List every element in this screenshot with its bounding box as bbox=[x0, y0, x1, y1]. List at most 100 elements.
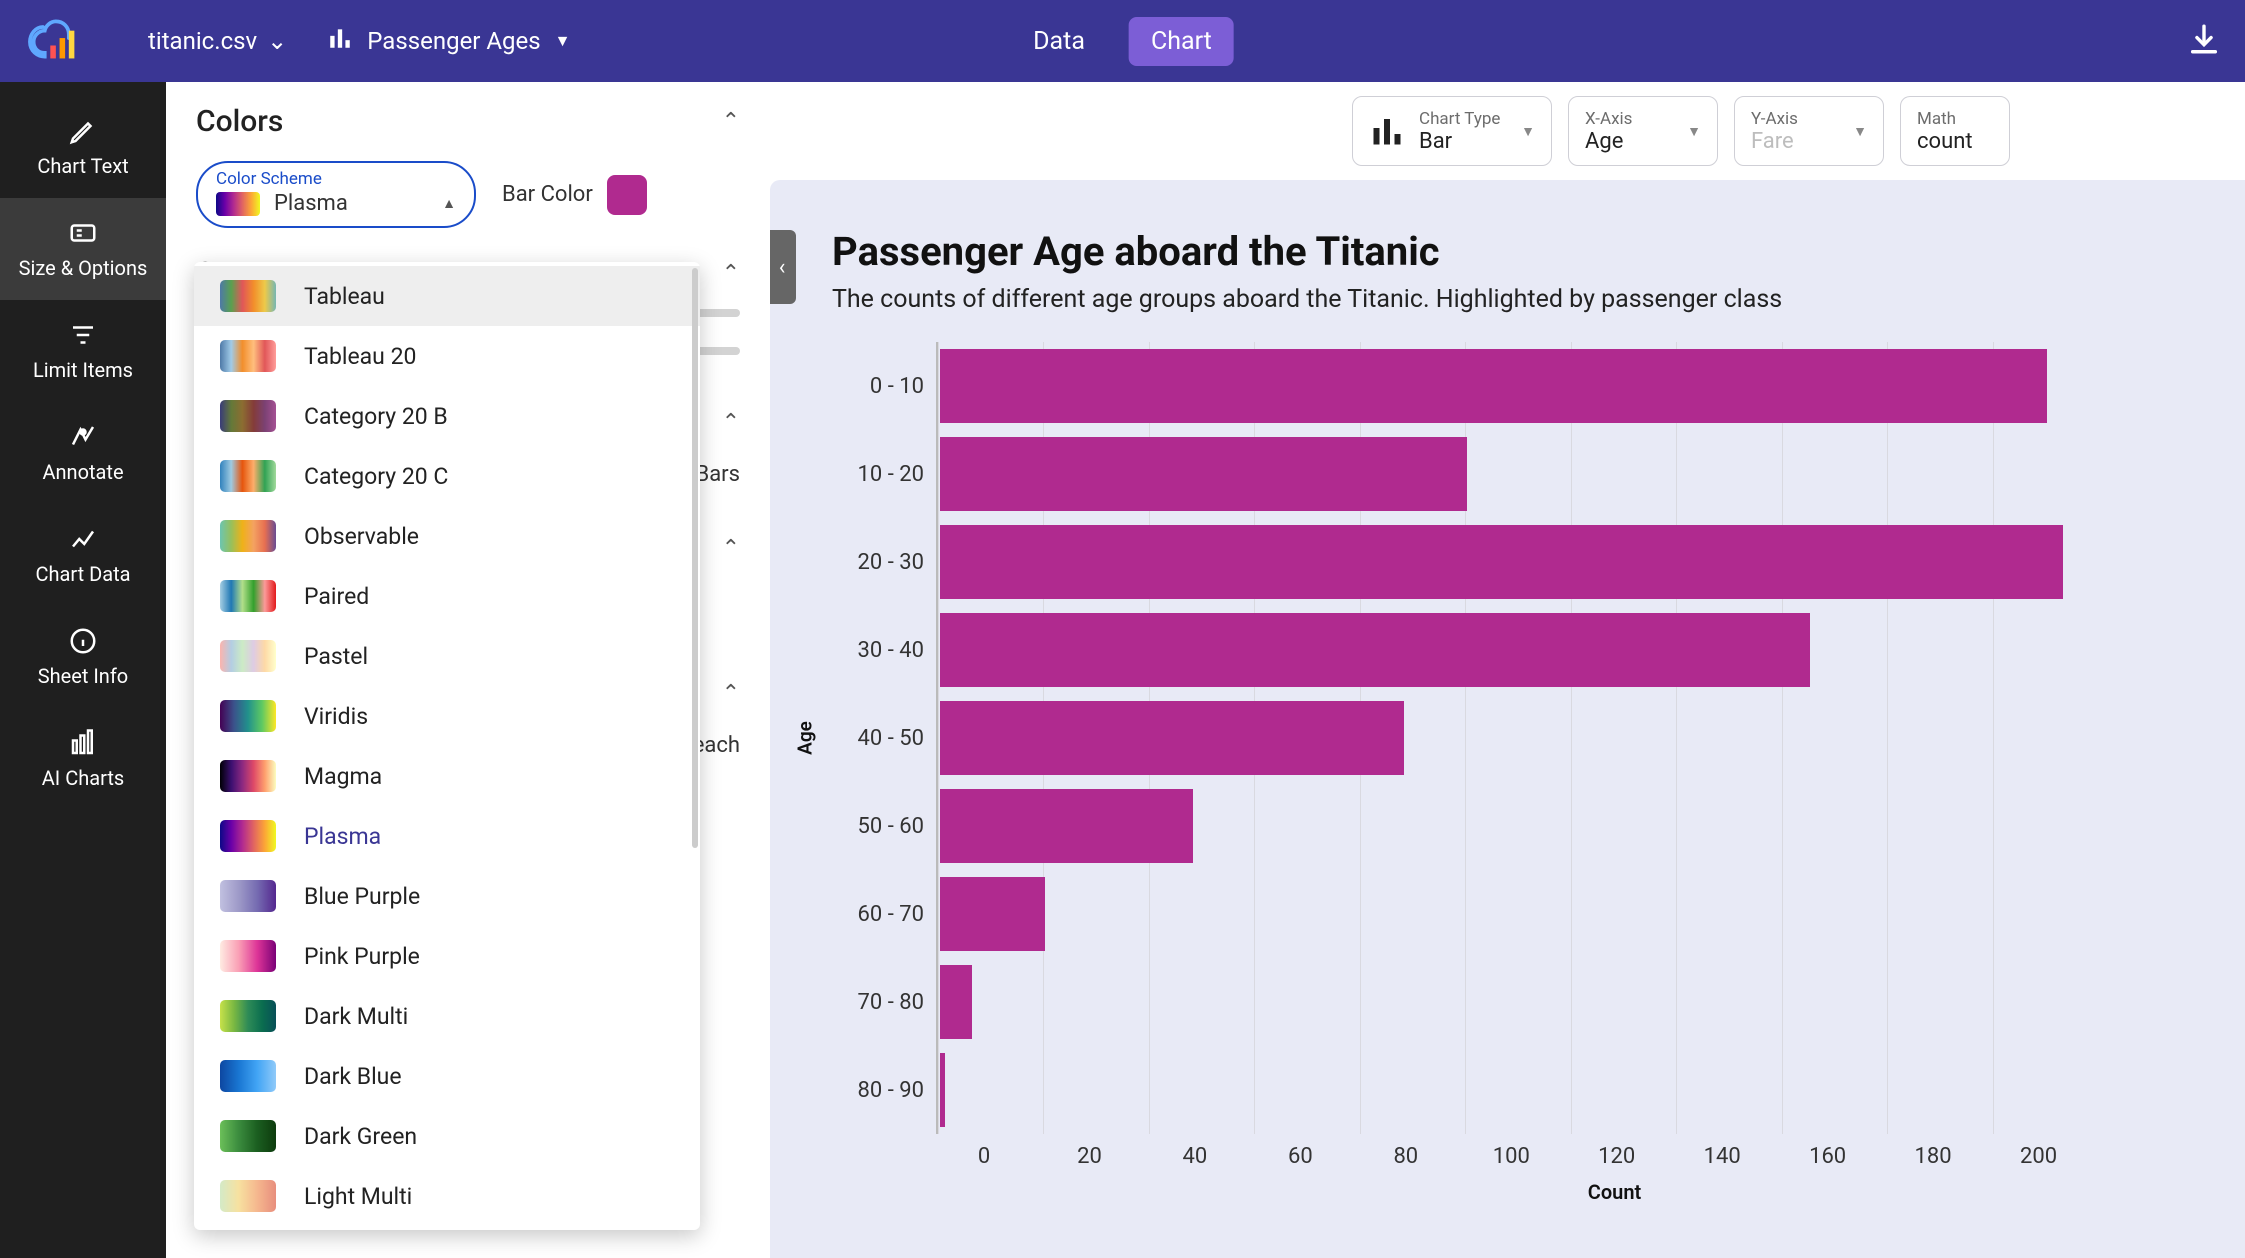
options-panel: Colors ⌃ Color Scheme Plasma ▲ Bar Color… bbox=[166, 82, 770, 1258]
plot-area bbox=[936, 342, 2245, 1134]
scheme-option-dark-green[interactable]: Dark Green bbox=[194, 1106, 700, 1166]
color-scheme-menu: Tableau Tableau 20 Category 20 B Category 2… bbox=[194, 262, 700, 1230]
sidebar-item-limit-items[interactable]: Limit Items bbox=[0, 300, 166, 402]
sidebar-item-annotate[interactable]: Annotate bbox=[0, 402, 166, 504]
x-tick: 40 bbox=[1183, 1144, 1208, 1169]
chevron-up-icon: ⌃ bbox=[722, 536, 740, 561]
gradient-swatch bbox=[220, 1120, 276, 1152]
scheme-option-dark-multi[interactable]: Dark Multi bbox=[194, 986, 700, 1046]
scheme-option-magma[interactable]: Magma bbox=[194, 746, 700, 806]
gradient-swatch bbox=[220, 1000, 276, 1032]
file-name: titanic.csv bbox=[148, 27, 257, 55]
collapse-panel-button[interactable]: ‹ bbox=[770, 230, 796, 304]
bar-chart-icon bbox=[327, 25, 353, 57]
bar bbox=[940, 965, 972, 1039]
bar bbox=[940, 701, 1404, 775]
triangle-up-icon: ▲ bbox=[442, 195, 456, 212]
scheme-option-label: Tableau bbox=[304, 283, 385, 310]
scheme-option-plasma[interactable]: Plasma bbox=[194, 806, 700, 866]
scheme-option-pink-purple[interactable]: Pink Purple bbox=[194, 926, 700, 986]
download-button[interactable] bbox=[2187, 22, 2221, 60]
x-tick: 100 bbox=[1493, 1144, 1530, 1169]
sidebar-item-sheet-info[interactable]: Sheet Info bbox=[0, 606, 166, 708]
y-axis-select[interactable]: Y-Axis Fare ▼ bbox=[1734, 96, 1884, 166]
x-tick: 60 bbox=[1288, 1144, 1313, 1169]
scheme-option-observable[interactable]: Observable bbox=[194, 506, 700, 566]
y-tick: 0 - 10 bbox=[870, 342, 924, 430]
grid-line bbox=[1993, 342, 1994, 1134]
chart-subtitle: The counts of different age groups aboar… bbox=[832, 285, 2245, 314]
chart-canvas: ‹ Passenger Age aboard the Titanic The c… bbox=[770, 180, 2245, 1258]
grid-line bbox=[1782, 342, 1783, 1134]
scheme-option-label: Category 20 C bbox=[304, 463, 448, 490]
left-sidebar: Chart TextSize & OptionsLimit ItemsAnnot… bbox=[0, 82, 166, 1258]
y-axis-label: Age bbox=[793, 721, 816, 755]
scheme-gradient-swatch bbox=[216, 192, 260, 216]
y-tick: 70 - 80 bbox=[858, 958, 924, 1046]
bar bbox=[940, 525, 2063, 599]
ai-icon bbox=[68, 728, 98, 758]
math-select[interactable]: Math count bbox=[1900, 96, 2010, 166]
tab-chart[interactable]: Chart bbox=[1129, 17, 1234, 66]
x-tick: 160 bbox=[1809, 1144, 1846, 1169]
scrollbar[interactable] bbox=[692, 268, 698, 848]
scheme-option-tableau-20[interactable]: Tableau 20 bbox=[194, 326, 700, 386]
gradient-swatch bbox=[220, 700, 276, 732]
gradient-swatch bbox=[220, 760, 276, 792]
color-scheme-label: Color Scheme bbox=[216, 169, 456, 189]
color-scheme-dropdown[interactable]: Color Scheme Plasma ▲ bbox=[196, 161, 476, 228]
scheme-option-label: Paired bbox=[304, 583, 369, 610]
triangle-down-icon: ▼ bbox=[1521, 123, 1535, 140]
sidebar-item-chart-data[interactable]: Chart Data bbox=[0, 504, 166, 606]
sidebar-item-chart-text[interactable]: Chart Text bbox=[0, 96, 166, 198]
scheme-option-dark-blue[interactable]: Dark Blue bbox=[194, 1046, 700, 1106]
scheme-option-paired[interactable]: Paired bbox=[194, 566, 700, 626]
gradient-swatch bbox=[220, 460, 276, 492]
bar bbox=[940, 349, 2047, 423]
scheme-option-label: Tableau 20 bbox=[304, 343, 416, 370]
x-tick: 180 bbox=[1915, 1144, 1952, 1169]
x-tick: 140 bbox=[1704, 1144, 1741, 1169]
scheme-option-category-20-b[interactable]: Category 20 B bbox=[194, 386, 700, 446]
bar-color-swatch[interactable] bbox=[607, 175, 647, 215]
chart-name: Passenger Ages bbox=[367, 27, 540, 55]
y-tick: 80 - 90 bbox=[858, 1046, 924, 1134]
scheme-option-category-20-c[interactable]: Category 20 C bbox=[194, 446, 700, 506]
chevron-up-icon: ⌃ bbox=[722, 109, 740, 134]
gradient-swatch bbox=[220, 280, 276, 312]
aspect-icon bbox=[68, 218, 98, 248]
chart-area: Chart Type Bar ▼ X-Axis Age ▼ Y-Axis Far… bbox=[770, 82, 2245, 1258]
gradient-swatch bbox=[220, 520, 276, 552]
triangle-down-icon: ▼ bbox=[555, 31, 571, 51]
chevron-up-icon: ⌃ bbox=[722, 681, 740, 706]
x-tick: 0 bbox=[978, 1144, 990, 1169]
scheme-option-pastel[interactable]: Pastel bbox=[194, 626, 700, 686]
grid-line bbox=[1887, 342, 1888, 1134]
chart-toolbar: Chart Type Bar ▼ X-Axis Age ▼ Y-Axis Far… bbox=[1330, 82, 2245, 180]
grid-line bbox=[1571, 342, 1572, 1134]
scheme-option-blue-purple[interactable]: Blue Purple bbox=[194, 866, 700, 926]
scheme-option-viridis[interactable]: Viridis bbox=[194, 686, 700, 746]
top-bar: titanic.csv ⌄ Passenger Ages ▼ Data Char… bbox=[0, 0, 2245, 82]
scheme-option-label: Magma bbox=[304, 763, 382, 790]
section-colors[interactable]: Colors ⌃ bbox=[196, 104, 740, 139]
y-tick: 60 - 70 bbox=[858, 870, 924, 958]
scheme-option-light-multi[interactable]: Light Multi bbox=[194, 1166, 700, 1226]
chart-selector[interactable]: Passenger Ages ▼ bbox=[327, 25, 570, 57]
y-tick: 10 - 20 bbox=[858, 430, 924, 518]
y-tick: 40 - 50 bbox=[858, 694, 924, 782]
bar bbox=[940, 1053, 945, 1127]
chevron-up-icon: ⌃ bbox=[722, 261, 740, 286]
file-selector[interactable]: titanic.csv ⌄ bbox=[148, 27, 287, 55]
x-axis-select[interactable]: X-Axis Age ▼ bbox=[1568, 96, 1718, 166]
tab-data[interactable]: Data bbox=[1011, 17, 1107, 66]
scheme-option-label: Plasma bbox=[304, 823, 381, 850]
x-tick: 80 bbox=[1393, 1144, 1418, 1169]
scheme-option-label: Pink Purple bbox=[304, 943, 420, 970]
sidebar-item-size-options[interactable]: Size & Options bbox=[0, 198, 166, 300]
sidebar-item-ai-charts[interactable]: AI Charts bbox=[0, 708, 166, 810]
grid-line bbox=[1676, 342, 1677, 1134]
chart-type-select[interactable]: Chart Type Bar ▼ bbox=[1352, 96, 1552, 166]
annotate-icon bbox=[68, 422, 98, 452]
scheme-option-tableau[interactable]: Tableau bbox=[194, 266, 700, 326]
